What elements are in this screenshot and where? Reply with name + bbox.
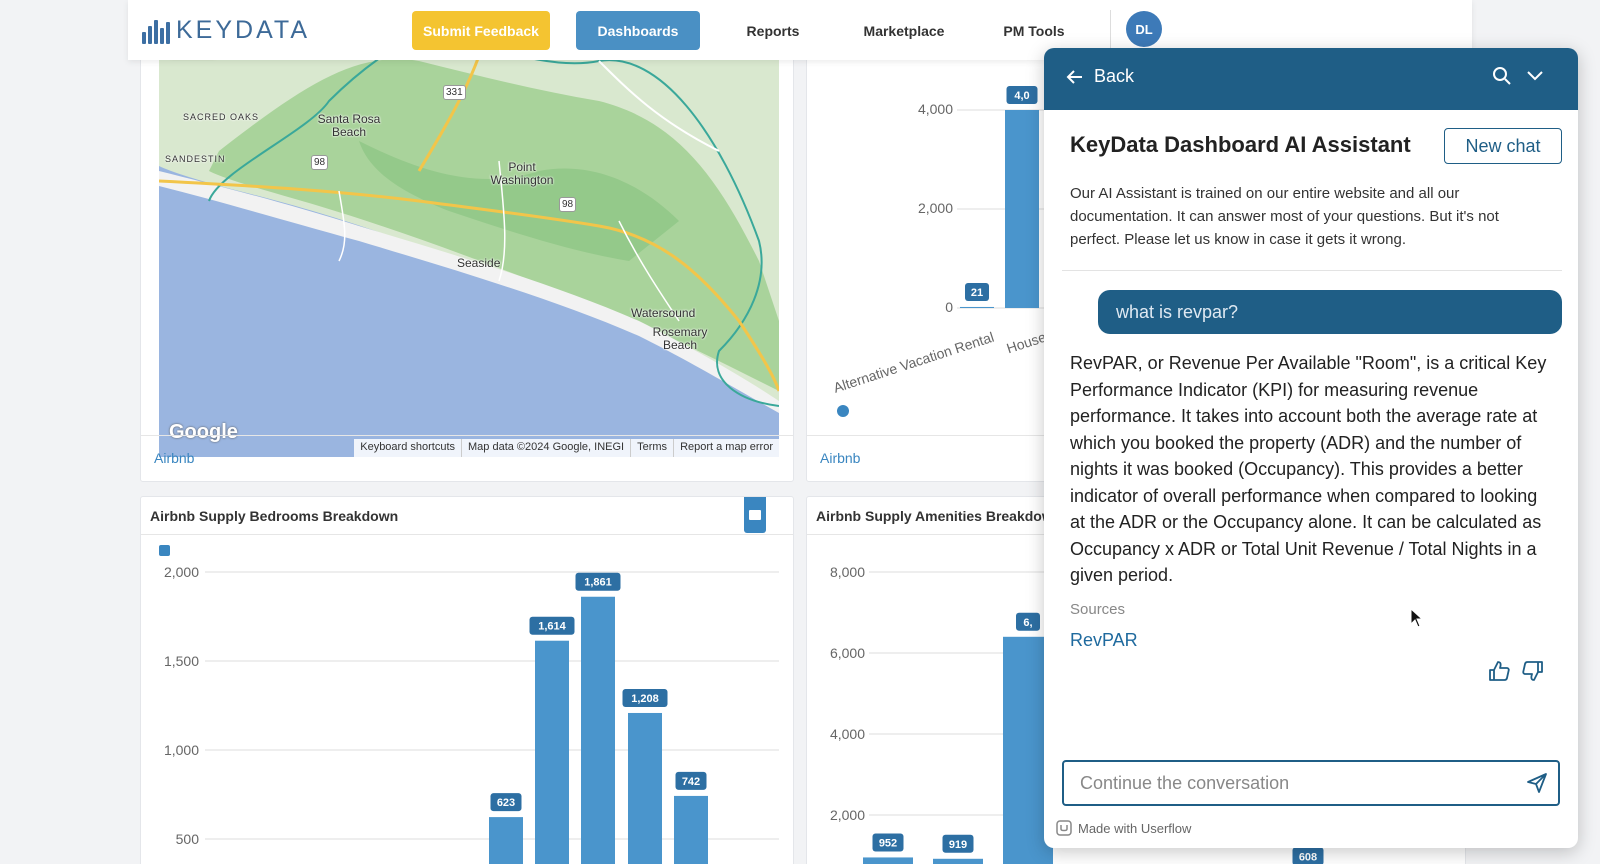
map-view[interactable]: — SACRED OAKS Santa Rosa Beach SANDESTIN… bbox=[159, 21, 779, 457]
chat-input-container bbox=[1062, 760, 1560, 806]
data-label: 919 bbox=[949, 839, 967, 851]
chart-bar[interactable] bbox=[863, 857, 913, 864]
chart-bar[interactable] bbox=[1005, 110, 1039, 308]
chart-bar[interactable] bbox=[489, 817, 523, 864]
y-tick-label: 2,000 bbox=[918, 200, 953, 216]
data-label: 608 bbox=[1299, 851, 1317, 863]
y-tick-label: 1,500 bbox=[164, 653, 199, 669]
airbnb-source-link[interactable]: Airbnb bbox=[820, 450, 860, 466]
nav-divider bbox=[1110, 10, 1111, 50]
thumbs-down-icon[interactable] bbox=[1522, 660, 1544, 682]
assistant-intro-text: Our AI Assistant is trained on our entir… bbox=[1070, 185, 1499, 248]
map-label-watersound: Watersound bbox=[631, 306, 696, 320]
chart-bar[interactable] bbox=[628, 712, 662, 864]
nav-dashboards[interactable]: Dashboards bbox=[576, 11, 700, 50]
chart-bar[interactable] bbox=[933, 858, 983, 864]
nav-pm-tools[interactable]: PM Tools bbox=[988, 11, 1080, 50]
y-tick-label: 4,000 bbox=[830, 726, 865, 742]
map-terrain bbox=[159, 21, 779, 413]
highway-shield-331: 331 bbox=[443, 85, 466, 100]
airbnb-source-link[interactable]: Airbnb bbox=[154, 450, 194, 466]
data-label: 6, bbox=[1023, 617, 1032, 629]
y-tick-label: 2,000 bbox=[164, 564, 199, 580]
assistant-header: Back bbox=[1044, 48, 1578, 110]
highway-shield-98-east: 98 bbox=[559, 197, 577, 212]
user-message-bubble: what is revpar? bbox=[1098, 290, 1562, 334]
assistant-response: RevPAR, or Revenue Per Available "Room",… bbox=[1070, 353, 1547, 585]
logo-bars-icon bbox=[142, 18, 170, 44]
map-label-rosemary-beach: Rosemary Beach bbox=[652, 325, 708, 352]
back-label: Back bbox=[1094, 66, 1135, 86]
bedrooms-breakdown-card: Airbnb Supply Bedrooms Breakdown 2,000 1… bbox=[140, 496, 794, 864]
ai-assistant-panel: Back KeyData Dashboard AI Assistant New … bbox=[1044, 48, 1578, 848]
chart-bar[interactable] bbox=[535, 640, 569, 864]
y-tick-label: 2,000 bbox=[830, 807, 865, 823]
data-label: 742 bbox=[682, 776, 700, 788]
map-label-sacred-oaks: SACRED OAKS bbox=[183, 112, 260, 122]
thumbs-up-icon[interactable] bbox=[1488, 660, 1510, 682]
map-label-seaside: Seaside bbox=[457, 256, 501, 270]
y-tick-label: 500 bbox=[176, 831, 200, 847]
legend-dot[interactable] bbox=[837, 405, 849, 417]
nav-reports[interactable]: Reports bbox=[726, 11, 820, 50]
nav-marketplace[interactable]: Marketplace bbox=[842, 11, 966, 50]
sources-label: Sources bbox=[1070, 601, 1126, 618]
arrow-left-icon bbox=[1066, 69, 1082, 84]
chevron-down-icon[interactable] bbox=[1526, 70, 1544, 82]
data-label: 952 bbox=[879, 837, 897, 849]
y-tick-label: 6,000 bbox=[830, 645, 865, 661]
y-tick-label: 0 bbox=[945, 299, 953, 315]
data-label: 1,208 bbox=[631, 693, 659, 705]
map-card-footer: Airbnb bbox=[141, 435, 793, 481]
x-tick-label: Alternative Vacation Rental bbox=[831, 329, 996, 396]
userflow-logo-icon bbox=[1056, 820, 1072, 836]
assistant-title: KeyData Dashboard AI Assistant bbox=[1070, 132, 1411, 157]
made-with-userflow[interactable]: Made with Userflow bbox=[1056, 820, 1191, 836]
y-tick-label: 8,000 bbox=[830, 564, 865, 580]
send-icon[interactable] bbox=[1526, 772, 1548, 794]
data-label: 21 bbox=[971, 287, 983, 299]
new-chat-button[interactable]: New chat bbox=[1444, 128, 1562, 164]
back-button[interactable]: Back bbox=[1066, 66, 1134, 87]
chart-bar[interactable] bbox=[960, 306, 994, 308]
data-label: 623 bbox=[497, 797, 515, 809]
search-icon[interactable] bbox=[1492, 66, 1512, 86]
chart-bar[interactable] bbox=[581, 596, 615, 864]
y-tick-label: 1,000 bbox=[164, 742, 199, 758]
keydata-logo[interactable]: KEYDATA bbox=[142, 16, 310, 45]
data-label: 1,614 bbox=[538, 621, 566, 633]
map-label-sandestin: SANDESTIN bbox=[165, 154, 226, 164]
map-label-santa-rosa-beach: Santa Rosa Beach bbox=[317, 112, 381, 139]
mouse-cursor-icon bbox=[1410, 608, 1424, 628]
logo-text: KEYDATA bbox=[176, 16, 310, 44]
x-tick-label: House bbox=[1004, 329, 1048, 357]
submit-feedback-button[interactable]: Submit Feedback bbox=[412, 11, 550, 50]
y-tick-label: 4,000 bbox=[918, 101, 953, 117]
map-label-point-washington: Point Washington bbox=[490, 160, 554, 187]
user-avatar[interactable]: DL bbox=[1126, 11, 1162, 47]
map-card: — SACRED OAKS Santa Rosa Beach SANDESTIN… bbox=[140, 20, 794, 482]
data-label: 1,861 bbox=[584, 577, 612, 589]
bedrooms-chart: 2,000 1,500 1,000 500 623 1,614 1,861 1,208… bbox=[164, 564, 779, 864]
chart-bar[interactable] bbox=[674, 795, 708, 864]
divider bbox=[1062, 270, 1562, 271]
data-label: 4,0 bbox=[1014, 90, 1029, 102]
source-link-revpar[interactable]: RevPAR bbox=[1070, 630, 1138, 651]
chat-input[interactable] bbox=[1064, 762, 1504, 804]
highway-shield-98: 98 bbox=[311, 155, 329, 170]
made-with-label: Made with Userflow bbox=[1078, 820, 1192, 836]
